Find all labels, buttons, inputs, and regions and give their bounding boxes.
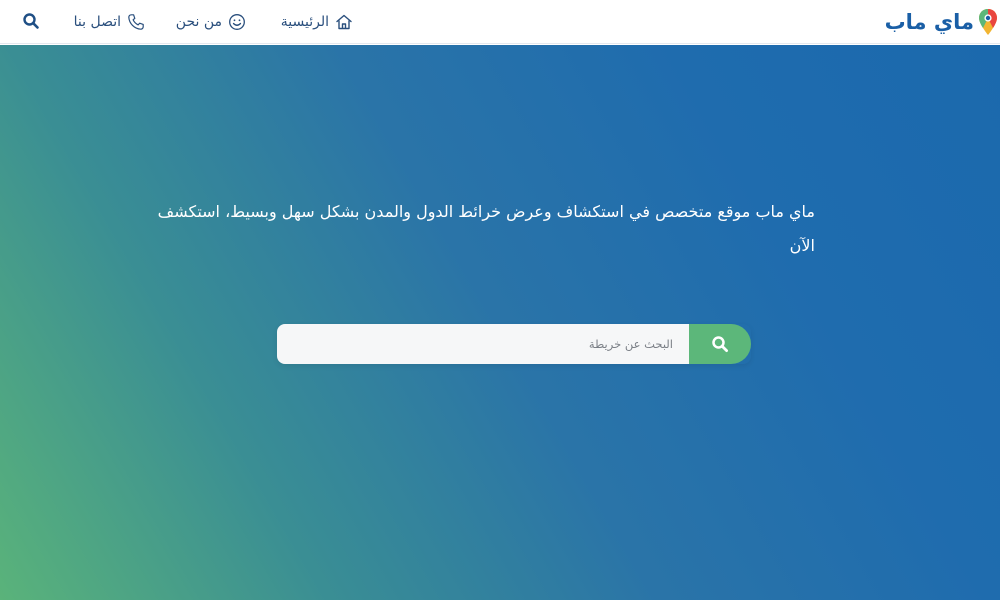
hero-tagline: ماي ماب موقع متخصص في استكشاف وعرض خرائط…	[157, 202, 815, 255]
map-search-bar	[277, 324, 751, 364]
nav-about[interactable]: من نحن	[176, 0, 246, 44]
nav-contact-label: اتصل بنا	[73, 14, 121, 30]
nav-contact[interactable]: اتصل بنا	[74, 0, 145, 44]
site-header: ماي ماب الرئيسية من نحن اتصل بنا	[0, 0, 1000, 44]
smiley-icon	[229, 14, 245, 30]
home-icon	[336, 14, 352, 30]
site-logo[interactable]: ماي ماب	[885, 6, 998, 38]
phone-icon	[128, 14, 144, 30]
search-icon	[712, 336, 729, 353]
map-search-button[interactable]	[689, 324, 751, 364]
nav-about-label: من نحن	[175, 14, 222, 30]
hero-section: ماي ماب موقع متخصص في استكشاف وعرض خرائط…	[0, 45, 1000, 600]
nav-home-label: الرئيسية	[280, 14, 329, 30]
logo-text: ماي ماب	[884, 10, 975, 34]
map-search-input[interactable]	[277, 324, 689, 364]
search-icon[interactable]	[22, 12, 40, 30]
nav-home[interactable]: الرئيسية	[281, 0, 353, 44]
map-pin-icon	[979, 9, 997, 35]
